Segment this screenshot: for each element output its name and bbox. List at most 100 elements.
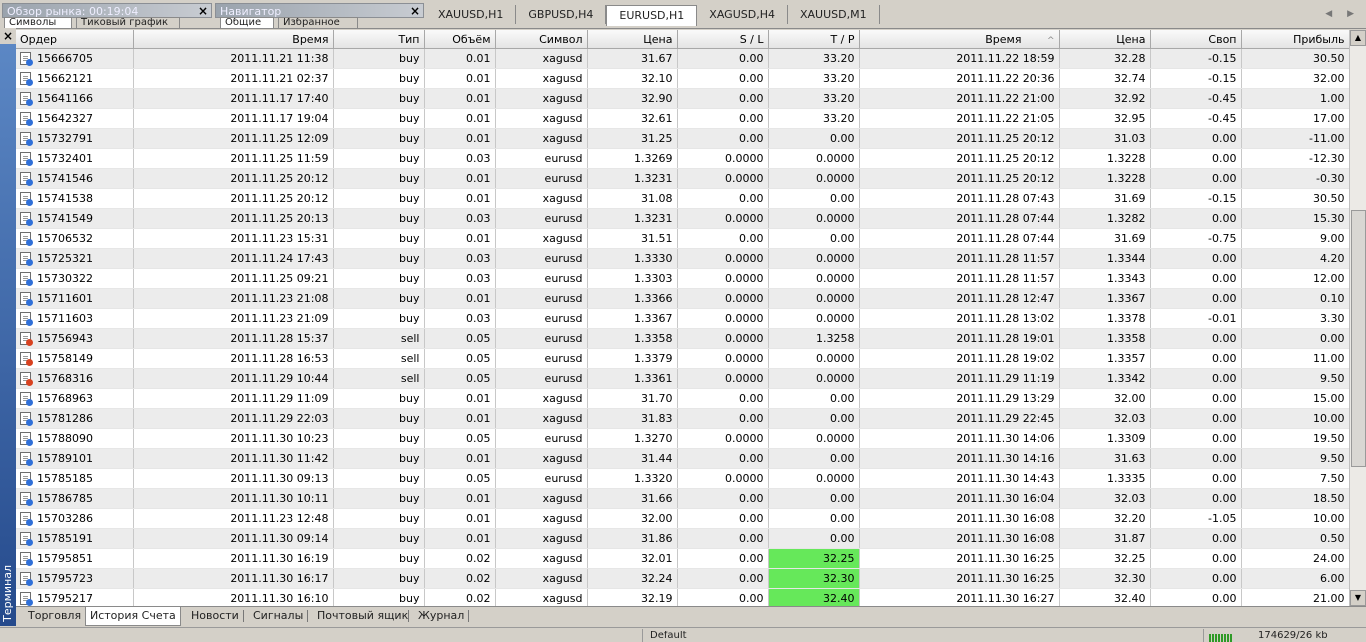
cell-volume: 0.01 [424,68,496,89]
tab-signals[interactable]: Сигналы [251,607,305,625]
table-row[interactable]: 15781286 2011.11.29 22:03 buy 0.01 xagusd 31.… [16,408,1349,429]
cell-price: 32.01 [587,548,678,569]
cell-sl: 0.0000 [677,248,769,269]
table-row[interactable]: 15711603 2011.11.23 21:09 buy 0.03 eurusd 1.3… [16,308,1349,329]
table-row[interactable]: 15642327 2011.11.17 19:04 buy 0.01 xagusd 32.… [16,108,1349,129]
table-row[interactable]: 15641166 2011.11.17 17:40 buy 0.01 xagusd 32.… [16,88,1349,109]
status-profile[interactable]: Default [650,631,687,642]
cell-symbol: xagusd [495,548,588,569]
col-header-close-time[interactable]: Время ^ [859,30,1060,49]
table-row[interactable]: 15741546 2011.11.25 20:12 buy 0.01 eurusd 1.3… [16,168,1349,189]
order-number: 15730322 [37,271,93,285]
order-number: 15642327 [37,111,93,125]
col-header-sl[interactable]: S / L [677,30,769,49]
table-row[interactable]: 15725321 2011.11.24 17:43 buy 0.03 eurusd 1.3… [16,248,1349,269]
table-row[interactable]: 15795851 2011.11.30 16:19 buy 0.02 xagusd 32.… [16,548,1349,569]
buy-order-icon [20,552,33,567]
navigator-tab-favorites[interactable]: Избранное [278,17,358,28]
tab-account-history[interactable]: История Счета [85,607,181,626]
tab-news[interactable]: Новости [189,607,241,625]
navigator-close-icon[interactable]: × [410,4,420,19]
table-row[interactable]: 15662121 2011.11.21 02:37 buy 0.01 xagusd 32.… [16,68,1349,89]
cell-profit: 10.00 [1241,408,1349,429]
col-header-open-time[interactable]: Время [133,30,334,49]
cell-close-time: 2011.11.28 11:57 [859,248,1060,269]
table-row[interactable]: 15758149 2011.11.28 16:53 sell 0.05 eurusd 1.… [16,348,1349,369]
col-header-tp[interactable]: T / P [768,30,860,49]
table-row[interactable]: 15788090 2011.11.30 10:23 buy 0.05 eurusd 1.3… [16,428,1349,449]
table-row[interactable]: 15785185 2011.11.30 09:13 buy 0.05 eurusd 1.3… [16,468,1349,489]
col-header-type[interactable]: Тип [333,30,425,49]
scroll-down-icon[interactable]: ▼ [1350,590,1366,606]
scroll-up-icon[interactable]: ▲ [1350,30,1366,46]
market-watch-tab-tick-chart[interactable]: Тиковый график [76,17,180,28]
cell-tp: 0.00 [768,408,860,429]
chart-tab-xauusd-h1[interactable]: XAUUSD,H1 [426,5,517,24]
cell-open-time: 2011.11.30 09:13 [133,468,334,489]
cell-tp: 32.25 [768,548,860,569]
table-row[interactable]: 15768316 2011.11.29 10:44 sell 0.05 eurusd 1.… [16,368,1349,389]
tab-journal[interactable]: Журнал [416,607,466,625]
chart-tab-scroll-arrows-icon[interactable]: ◀ ▶ [1325,9,1360,19]
chart-tab-eurusd-h1[interactable]: EURUSD,H1 [606,5,698,26]
chart-tab-gbpusd-h4[interactable]: GBPUSD,H4 [516,5,607,24]
col-header-close-price[interactable]: Цена [1059,30,1151,49]
tab-trade[interactable]: Торговля [26,607,83,625]
table-row[interactable]: 15786785 2011.11.30 10:11 buy 0.01 xagusd 31.… [16,488,1349,509]
col-header-order[interactable]: Ордер [16,30,134,49]
cell-tp: 0.0000 [768,248,860,269]
table-row[interactable]: 15706532 2011.11.23 15:31 buy 0.01 xagusd 31.… [16,228,1349,249]
market-watch-close-icon[interactable]: × [198,4,208,19]
table-row[interactable]: 15785191 2011.11.30 09:14 buy 0.01 xagusd 31.… [16,528,1349,549]
order-type-dot-icon [26,579,33,587]
col-header-symbol[interactable]: Символ [495,30,588,49]
navigator-tab-general[interactable]: Общие [220,17,274,28]
cell-order: 15741549 [16,208,134,229]
market-watch-title[interactable]: Обзор рынка: 00:19:04 × [2,3,212,18]
terminal-strip: × Терминал [0,28,16,626]
table-row[interactable]: 15756943 2011.11.28 15:37 sell 0.05 eurusd 1.… [16,328,1349,349]
market-watch-tab-symbols[interactable]: Символы [4,17,72,28]
table-row[interactable]: 15741549 2011.11.25 20:13 buy 0.03 eurusd 1.3… [16,208,1349,229]
cell-symbol: xagusd [495,488,588,509]
cell-order: 15666705 [16,48,134,69]
col-header-price[interactable]: Цена [587,30,678,49]
col-header-swap[interactable]: Своп [1150,30,1242,49]
table-row[interactable]: 15795217 2011.11.30 16:10 buy 0.02 xagusd 32.… [16,588,1349,606]
table-row[interactable]: 15730322 2011.11.25 09:21 buy 0.03 eurusd 1.3… [16,268,1349,289]
cell-close-price: 32.25 [1059,548,1151,569]
order-number: 15788090 [37,431,93,445]
navigator-title[interactable]: Навигатор × [215,3,424,18]
cell-open-time: 2011.11.28 15:37 [133,328,334,349]
buy-order-icon [20,392,33,407]
table-scrollbar[interactable]: ▲ ▼ [1349,30,1366,606]
table-row[interactable]: 15703286 2011.11.23 12:48 buy 0.01 xagusd 32.… [16,508,1349,529]
chart-tab-xagusd-h4[interactable]: XAGUSD,H4 [697,5,788,24]
cell-type: buy [333,148,425,169]
table-row[interactable]: 15741538 2011.11.25 20:12 buy 0.01 xagusd 31.… [16,188,1349,209]
cell-volume: 0.03 [424,248,496,269]
cell-swap: 0.00 [1150,168,1242,189]
cell-close-time: 2011.11.28 12:47 [859,288,1060,309]
cell-sl: 0.0000 [677,308,769,329]
chart-tab-xauusd-m1[interactable]: XAUUSD,M1 [788,5,880,24]
cell-type: buy [333,568,425,589]
cell-price: 1.3330 [587,248,678,269]
order-number: 15732791 [37,131,93,145]
table-row[interactable]: 15789101 2011.11.30 11:42 buy 0.01 xagusd 31.… [16,448,1349,469]
col-header-volume[interactable]: Объём [424,30,496,49]
order-number: 15795723 [37,571,93,585]
table-row[interactable]: 15666705 2011.11.21 11:38 buy 0.01 xagusd 31.… [16,48,1349,69]
table-row[interactable]: 15711601 2011.11.23 21:08 buy 0.01 eurusd 1.3… [16,288,1349,309]
cell-open-time: 2011.11.25 20:12 [133,168,334,189]
scroll-thumb[interactable] [1351,210,1366,467]
table-row[interactable]: 15768963 2011.11.29 11:09 buy 0.01 xagusd 31.… [16,388,1349,409]
tab-mailbox[interactable]: Почтовый ящик [315,607,410,625]
cell-order: 15768963 [16,388,134,409]
col-header-profit[interactable]: Прибыль [1241,30,1349,49]
table-row[interactable]: 15732401 2011.11.25 11:59 buy 0.03 eurusd 1.3… [16,148,1349,169]
table-row[interactable]: 15732791 2011.11.25 12:09 buy 0.01 xagusd 31.… [16,128,1349,149]
terminal-close-icon[interactable]: × [0,28,16,44]
table-row[interactable]: 15795723 2011.11.30 16:17 buy 0.02 xagusd 32.… [16,568,1349,589]
cell-tp: 0.0000 [768,208,860,229]
